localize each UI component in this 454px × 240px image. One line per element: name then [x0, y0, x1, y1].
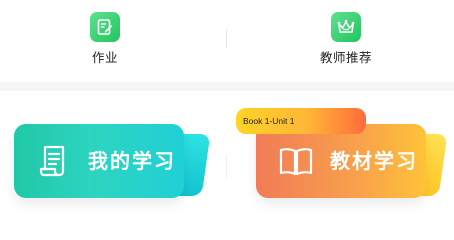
homework-nav-item[interactable]: 作业 [60, 12, 150, 66]
teacher-recommend-label: 教师推荐 [319, 50, 372, 65]
textbook-study-card-face: 教材学习 [256, 124, 426, 198]
my-study-title: 我的学习 [88, 149, 176, 173]
my-study-card-face: 我的学习 [14, 124, 184, 198]
unit-badge-text: Book 1-Unit 1 [243, 116, 295, 126]
teacher-recommend-nav-item[interactable]: 教师推荐 [301, 12, 391, 66]
nav-divider [226, 30, 227, 48]
top-nav: 作业 教师推荐 [0, 0, 454, 82]
homework-label: 作业 [91, 50, 118, 65]
crown-icon [331, 12, 361, 42]
unit-badge: Book 1-Unit 1 [236, 108, 366, 134]
section-separator [0, 82, 454, 91]
edit-document-icon [90, 12, 120, 42]
card-divider [226, 156, 227, 178]
my-study-card[interactable]: 我的学习 [8, 108, 211, 208]
open-book-icon [279, 148, 313, 176]
textbook-study-title: 教材学习 [330, 149, 418, 173]
scroll-document-icon [39, 145, 65, 177]
textbook-study-card[interactable]: 教材学习 Book 1-Unit 1 [236, 108, 448, 208]
home-page: 作业 教师推荐 我的学习 教材学习 Book 1-Unit 1 [0, 0, 454, 240]
